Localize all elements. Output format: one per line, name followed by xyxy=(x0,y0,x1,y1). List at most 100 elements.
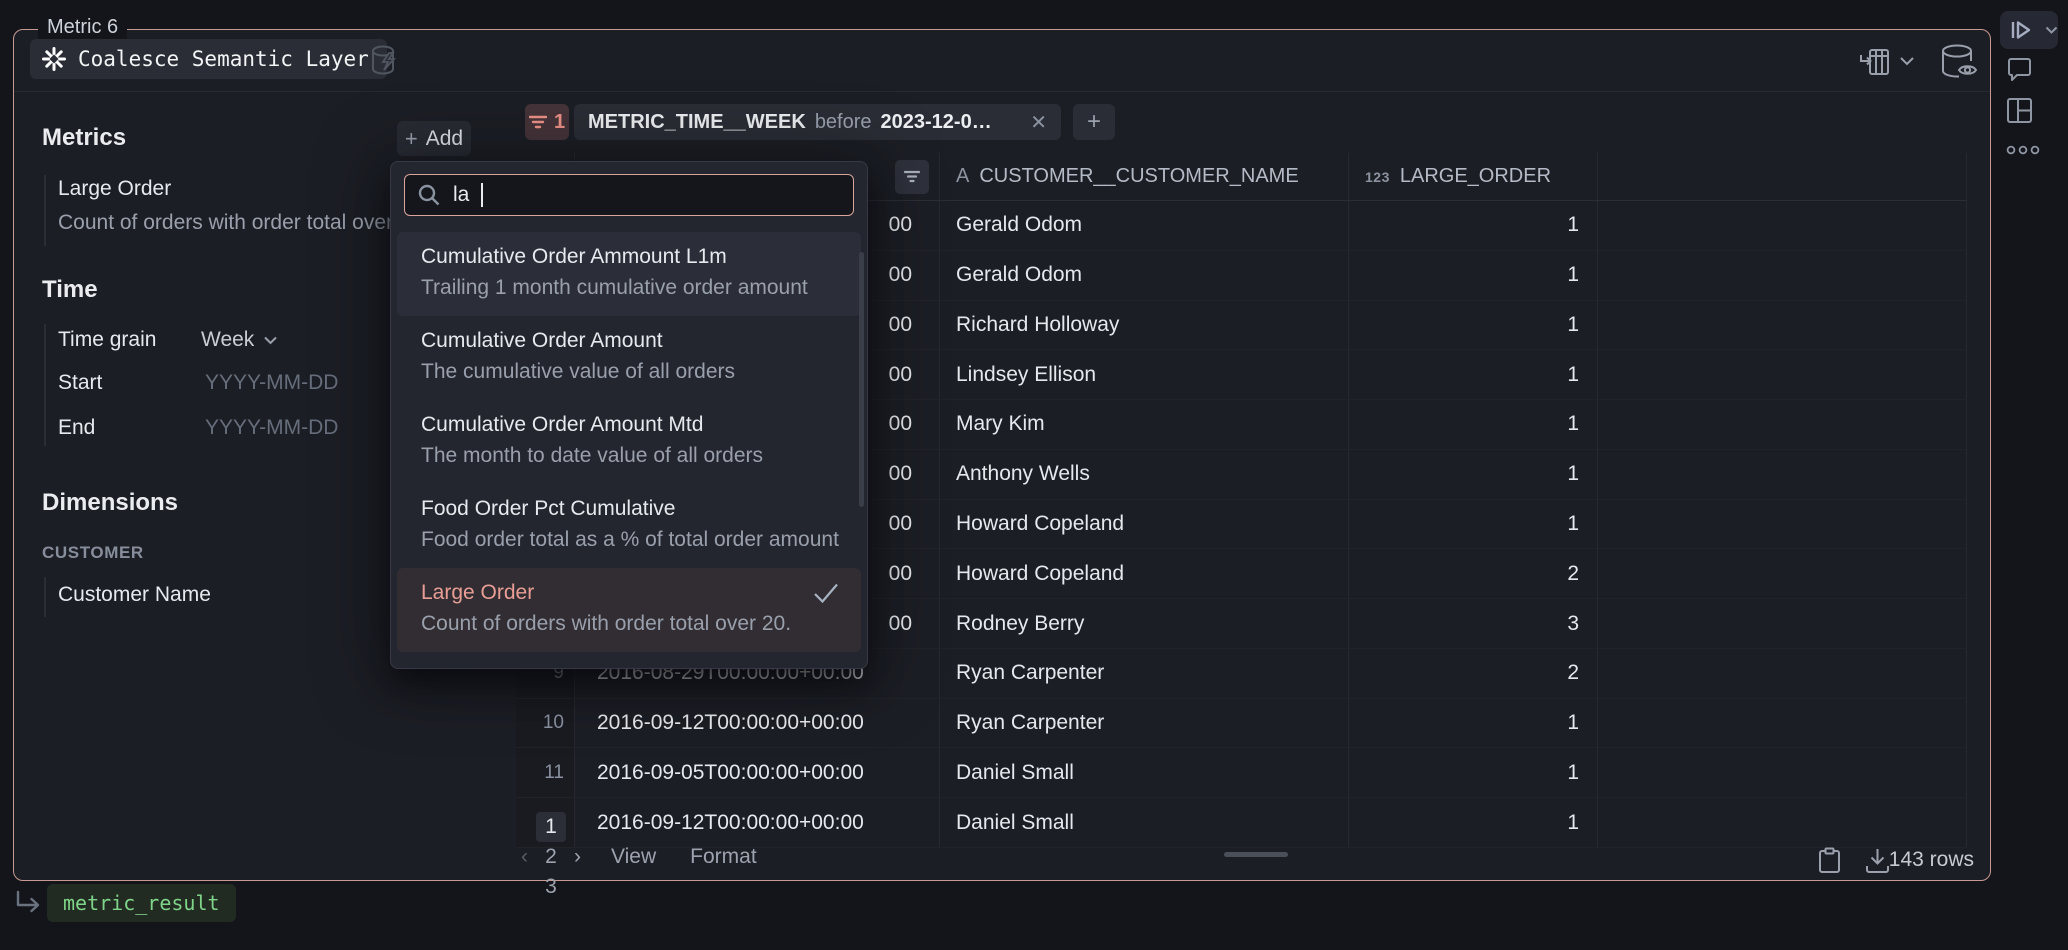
large-order-cell: 1 xyxy=(1349,699,1598,748)
comment-icon[interactable] xyxy=(2006,57,2033,83)
metric-time-cell: 2016-09-12T00:00:00+00:00 xyxy=(575,699,940,748)
start-label: Start xyxy=(58,371,102,395)
metric-option[interactable]: Large Order Count of orders with order to… xyxy=(397,568,861,652)
large-order-cell: 1 xyxy=(1349,748,1598,797)
page-1[interactable]: 1 xyxy=(536,812,566,842)
add-label: Add xyxy=(426,127,463,151)
customer-name-cell: Ryan Carpenter xyxy=(940,649,1349,698)
format-menu[interactable]: Format xyxy=(690,845,757,869)
run-options-chevron-icon[interactable] xyxy=(2045,26,2058,34)
metric-option-title: Large Order xyxy=(421,581,861,605)
metric-time-cell: 2016-09-05T00:00:00+00:00 xyxy=(575,748,940,797)
chevron-down-icon xyxy=(263,336,278,345)
empty-cell xyxy=(1598,450,1967,499)
dimensions-heading: Dimensions xyxy=(42,489,178,517)
metric-item-large-order[interactable]: Large Order xyxy=(58,177,171,201)
more-options-icon[interactable] xyxy=(2006,144,2040,156)
metric-option-description: The month to date value of all orders xyxy=(421,444,861,468)
filter-value: 2023-12-0… xyxy=(881,111,992,134)
customer-name-cell: Ryan Carpenter xyxy=(940,699,1349,748)
metric-option[interactable]: Cumulative Order Ammount L1m Trailing 1 m… xyxy=(397,232,861,316)
end-label: End xyxy=(58,416,95,440)
add-filter-button[interactable]: + xyxy=(1073,104,1115,140)
large-order-cell: 2 xyxy=(1349,649,1598,698)
customer-name-cell: Mary Kim xyxy=(940,400,1349,449)
metric-search-input[interactable]: la xyxy=(404,174,854,216)
time-grain-value: Week xyxy=(201,328,254,352)
output-table-toggle-icon[interactable] xyxy=(1859,47,1891,77)
table-row[interactable]: 102016-09-12T00:00:00+00:00Ryan Carpente… xyxy=(516,699,1967,749)
metric-option-title: Cumulative Order Ammount L1m xyxy=(421,245,861,269)
empty-cell xyxy=(1598,301,1967,350)
large-order-cell: 1 xyxy=(1349,450,1598,499)
view-source-data-icon[interactable] xyxy=(1937,43,1983,81)
row-count: 143 rows xyxy=(1889,848,1974,872)
page-3[interactable]: 3 xyxy=(536,872,566,902)
semantic-layer-source-button[interactable]: Coalesce Semantic Layer xyxy=(30,39,387,79)
empty-cell xyxy=(1598,699,1967,748)
dimension-group-customer: CUSTOMER xyxy=(42,543,144,563)
horizontal-scrollbar[interactable] xyxy=(1224,852,1288,857)
empty-column-header xyxy=(1598,153,1967,200)
metrics-heading: Metrics xyxy=(42,124,126,152)
output-variable-chip[interactable]: metric_result xyxy=(47,884,236,922)
metric-item-description: Count of orders with order total over 20… xyxy=(58,211,428,235)
dimension-item-customer-name[interactable]: Customer Name xyxy=(58,583,211,607)
empty-cell xyxy=(1598,201,1967,250)
source-label: Coalesce Semantic Layer xyxy=(78,47,369,71)
edit-source-icon[interactable] xyxy=(369,43,403,79)
text-cursor xyxy=(481,183,483,207)
coalesce-logo-icon xyxy=(42,47,66,71)
start-date-input[interactable]: YYYY-MM-DD xyxy=(205,371,338,395)
customer-name-cell: Howard Copeland xyxy=(940,549,1349,598)
copy-table-icon[interactable] xyxy=(1818,847,1841,874)
large-order-cell: 1 xyxy=(1349,400,1598,449)
large-order-cell: 2 xyxy=(1349,549,1598,598)
metric-option[interactable]: Cumulative Order Amount MtdThe month to … xyxy=(397,400,861,484)
dimension-indent-bar xyxy=(44,577,46,617)
text-type-icon: A xyxy=(956,165,969,188)
layout-panels-icon[interactable] xyxy=(2006,97,2033,124)
add-metric-button[interactable]: + Add xyxy=(397,121,471,156)
table-row[interactable]: 112016-09-05T00:00:00+00:00Daniel Small1 xyxy=(516,748,1967,798)
metric-option-description: Food order total as a % of total order a… xyxy=(421,528,861,552)
customer-name-cell: Howard Copeland xyxy=(940,500,1349,549)
search-query: la xyxy=(453,183,469,207)
customer-name-column-header[interactable]: A CUSTOMER__CUSTOMER_NAME xyxy=(940,153,1349,200)
column-label: LARGE_ORDER xyxy=(1400,165,1551,188)
metric-option-description: Trailing 1 month cumulative order amount xyxy=(421,276,861,300)
dropdown-scrollbar[interactable] xyxy=(859,252,864,507)
metric-option-description: Count of orders with order total over 20… xyxy=(421,612,861,636)
large-order-cell: 1 xyxy=(1349,350,1598,399)
empty-cell xyxy=(1598,649,1967,698)
metric-option-description: The cumulative value of all orders xyxy=(421,360,861,384)
view-menu[interactable]: View xyxy=(611,845,656,869)
large-order-cell: 3 xyxy=(1349,599,1598,648)
prev-page-icon[interactable]: ‹ xyxy=(521,845,528,869)
metric-option[interactable]: Cumulative Order AmountThe cumulative va… xyxy=(397,316,861,400)
filter-count-chip[interactable]: 1 xyxy=(525,104,569,140)
run-cell-button[interactable] xyxy=(2000,11,2058,49)
metric-search-dropdown: la Cumulative Order Ammount L1m Trailing … xyxy=(390,161,868,669)
large-order-cell: 1 xyxy=(1349,301,1598,350)
output-table-chevron-icon[interactable] xyxy=(1899,56,1915,66)
check-icon xyxy=(813,582,839,604)
empty-cell xyxy=(1598,500,1967,549)
column-filter-icon[interactable] xyxy=(895,160,929,194)
filter-chip-metric-time[interactable]: METRIC_TIME__WEEK before 2023-12-0… ✕ xyxy=(574,104,1061,140)
time-grain-select[interactable]: Week xyxy=(201,328,278,352)
empty-cell xyxy=(1598,400,1967,449)
filter-icon xyxy=(529,115,547,129)
empty-cell xyxy=(1598,748,1967,797)
metric-option[interactable]: Food Order Pct CumulativeFood order tota… xyxy=(397,484,861,568)
page-2[interactable]: 2 xyxy=(536,842,566,872)
download-icon[interactable] xyxy=(1865,847,1890,874)
next-page-icon[interactable]: › xyxy=(574,845,581,869)
remove-filter-icon[interactable]: ✕ xyxy=(1030,110,1047,135)
empty-cell xyxy=(1598,599,1967,648)
output-arrow-icon xyxy=(14,890,42,916)
customer-name-cell: Gerald Odom xyxy=(940,251,1349,300)
time-grain-label: Time grain xyxy=(58,328,156,352)
large-order-column-header[interactable]: 123 LARGE_ORDER xyxy=(1349,153,1598,200)
end-date-input[interactable]: YYYY-MM-DD xyxy=(205,416,338,440)
